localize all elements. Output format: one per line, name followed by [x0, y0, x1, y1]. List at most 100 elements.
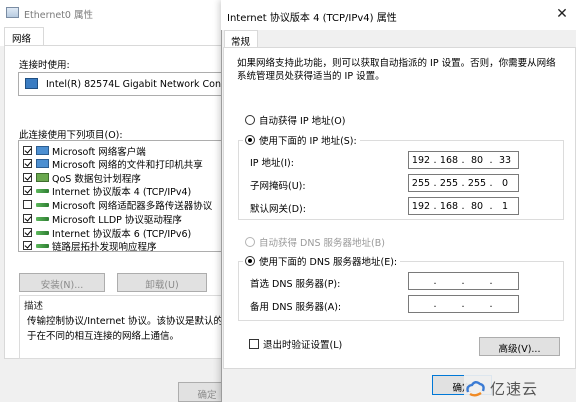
list-item[interactable]: Microsoft LLDP 协议驱动程序	[23, 212, 182, 226]
protocol-icon	[36, 202, 49, 207]
gateway-octet: 168	[439, 200, 459, 212]
description-line: 传输控制协议/Internet 协议。该协议是默认的广	[27, 316, 233, 327]
mask-octet: 255	[467, 177, 487, 189]
item-label: Internet 协议版本 6 (TCP/IPv6)	[52, 228, 192, 240]
ip-octet: 192	[411, 154, 431, 166]
protocol-icon	[36, 230, 49, 235]
mask-octet: 255	[411, 177, 431, 189]
item-label: 链路层拓扑发现响应程序	[52, 241, 157, 252]
auto-dns-option[interactable]: 自动获得 DNS 服务器地址(B)	[245, 235, 385, 249]
cloud-logo-icon	[466, 380, 485, 396]
item-label: Internet 协议版本 4 (TCP/IPv4)	[52, 186, 192, 198]
mask-octet: 0	[501, 177, 509, 189]
qos-icon	[36, 173, 49, 182]
adapter-box: Intel(R) 82574L Gigabit Network Connec	[18, 72, 239, 96]
adapter-name: Intel(R) 82574L Gigabit Network Connec	[46, 79, 239, 90]
item-label: QoS 数据包计划程序	[52, 173, 141, 185]
items-label: 此连接使用下列项目(O):	[19, 130, 123, 141]
octet-dot: .	[489, 275, 493, 287]
preferred-dns-label: 首选 DNS 服务器(P):	[250, 279, 341, 290]
intro-line: 系统管理员处获得适当的 IP 设置。	[237, 71, 385, 82]
ip-octet: 33	[498, 154, 512, 166]
intro-text: 如果网络支持此功能，则可以获取自动指派的 IP 设置。否则，你需要从网络 系统管…	[237, 57, 567, 83]
ip-octet: 168	[439, 154, 459, 166]
manual-ip-radio[interactable]	[245, 135, 255, 145]
preferred-dns-field[interactable]: . . .	[408, 272, 519, 290]
item-checkbox[interactable]	[23, 214, 32, 223]
list-item[interactable]: Microsoft 网络的文件和打印机共享	[23, 157, 203, 171]
close-icon[interactable]: ✕	[554, 6, 570, 22]
description-text: 传输控制协议/Internet 协议。该协议是默认的广 于在不同的相互连接的网络…	[27, 314, 233, 344]
validate-on-exit-checkbox[interactable]	[249, 339, 259, 349]
subnet-mask-field[interactable]: 255. 255. 255. 0	[408, 174, 519, 192]
ipv4-title-bar[interactable]: Internet 协议版本 4 (TCP/IPv4) 属性 ✕	[221, 0, 576, 30]
list-item[interactable]: QoS 数据包计划程序	[23, 171, 141, 185]
manual-dns-label: 使用下面的 DNS 服务器地址(E):	[259, 257, 398, 268]
dialog-title: Internet 协议版本 4 (TCP/IPv4) 属性	[227, 13, 397, 24]
octet-dot: .	[461, 275, 465, 287]
uninstall-button[interactable]: 卸载(U)	[117, 273, 207, 292]
alternate-dns-label: 备用 DNS 服务器(A):	[250, 302, 342, 313]
octet-dot: .	[433, 298, 437, 310]
validate-on-exit-label: 退出时验证设置(L)	[263, 340, 343, 351]
gateway-octet: 192	[411, 200, 431, 212]
intro-line: 如果网络支持此功能，则可以获取自动指派的 IP 设置。否则，你需要从网络	[237, 58, 556, 69]
description-line: 于在不同的相互连接的网络上通信。	[27, 331, 180, 342]
auto-dns-label: 自动获得 DNS 服务器地址(B)	[259, 238, 385, 249]
network-adapter-icon	[6, 7, 19, 18]
item-checkbox[interactable]	[23, 200, 32, 209]
network-card-icon	[25, 78, 38, 89]
list-item[interactable]: 链路层拓扑发现响应程序	[23, 239, 157, 252]
octet-dot: .	[461, 298, 465, 310]
protocol-icon	[36, 243, 49, 248]
gateway-field[interactable]: 192. 168. 80. 1	[408, 197, 519, 215]
mask-octet: 255	[439, 177, 459, 189]
file-share-icon	[36, 159, 49, 168]
auto-ip-label: 自动获得 IP 地址(O)	[259, 116, 346, 127]
connection-items-list[interactable]: Microsoft 网络客户端 Microsoft 网络的文件和打印机共享 Qo…	[18, 140, 236, 252]
list-item[interactable]: Internet 协议版本 6 (TCP/IPv6)	[23, 226, 192, 240]
auto-ip-radio[interactable]	[245, 115, 255, 125]
network-client-icon	[36, 146, 49, 155]
item-label: Microsoft 网络适配器多路传送器协议	[52, 200, 213, 212]
item-checkbox[interactable]	[23, 159, 32, 168]
manual-dns-option[interactable]: 使用下面的 DNS 服务器地址(E):	[243, 254, 401, 268]
auto-dns-radio[interactable]	[245, 237, 255, 247]
item-label: Microsoft 网络的文件和打印机共享	[52, 159, 203, 171]
item-checkbox[interactable]	[23, 146, 32, 155]
gateway-octet: 1	[501, 200, 509, 212]
ip-octet: 80	[470, 154, 484, 166]
protocol-icon	[36, 188, 49, 193]
item-checkbox[interactable]	[23, 228, 32, 237]
install-button[interactable]: 安装(N)...	[19, 273, 105, 292]
tab-general[interactable]: 常规	[224, 30, 258, 48]
protocol-icon	[36, 216, 49, 221]
subnet-mask-label: 子网掩码(U):	[250, 181, 306, 192]
ip-address-field[interactable]: 192. 168. 80. 33	[408, 151, 519, 169]
item-checkbox[interactable]	[23, 241, 32, 250]
auto-ip-option[interactable]: 自动获得 IP 地址(O)	[245, 113, 345, 127]
gateway-label: 默认网关(D):	[250, 204, 306, 215]
watermark-text: 亿速云	[490, 380, 539, 398]
description-title: 描述	[22, 298, 46, 312]
watermark: 亿速云	[464, 375, 576, 402]
alternate-dns-field[interactable]: . . .	[408, 295, 519, 313]
ethernet-window-title: Ethernet0 属性	[24, 10, 93, 21]
list-item[interactable]: Internet 协议版本 4 (TCP/IPv4)	[23, 184, 192, 198]
ethernet-title-bar[interactable]: Ethernet0 属性	[0, 0, 236, 26]
item-checkbox[interactable]	[23, 173, 32, 182]
list-item[interactable]: Microsoft 网络适配器多路传送器协议	[23, 198, 213, 212]
item-label: Microsoft LLDP 协议驱动程序	[52, 214, 182, 226]
gateway-octet: 80	[470, 200, 484, 212]
octet-dot: .	[433, 275, 437, 287]
advanced-button[interactable]: 高级(V)...	[479, 337, 560, 356]
ip-address-label: IP 地址(I):	[250, 158, 294, 169]
octet-dot: .	[489, 298, 493, 310]
validate-on-exit-option[interactable]: 退出时验证设置(L)	[249, 337, 342, 351]
manual-ip-option[interactable]: 使用下面的 IP 地址(S):	[243, 133, 360, 147]
manual-dns-radio[interactable]	[245, 256, 255, 266]
tab-network[interactable]: 网络	[4, 27, 44, 46]
item-checkbox[interactable]	[23, 186, 32, 195]
list-item[interactable]: Microsoft 网络客户端	[23, 144, 146, 158]
connect-using-label: 连接时使用:	[19, 60, 70, 71]
